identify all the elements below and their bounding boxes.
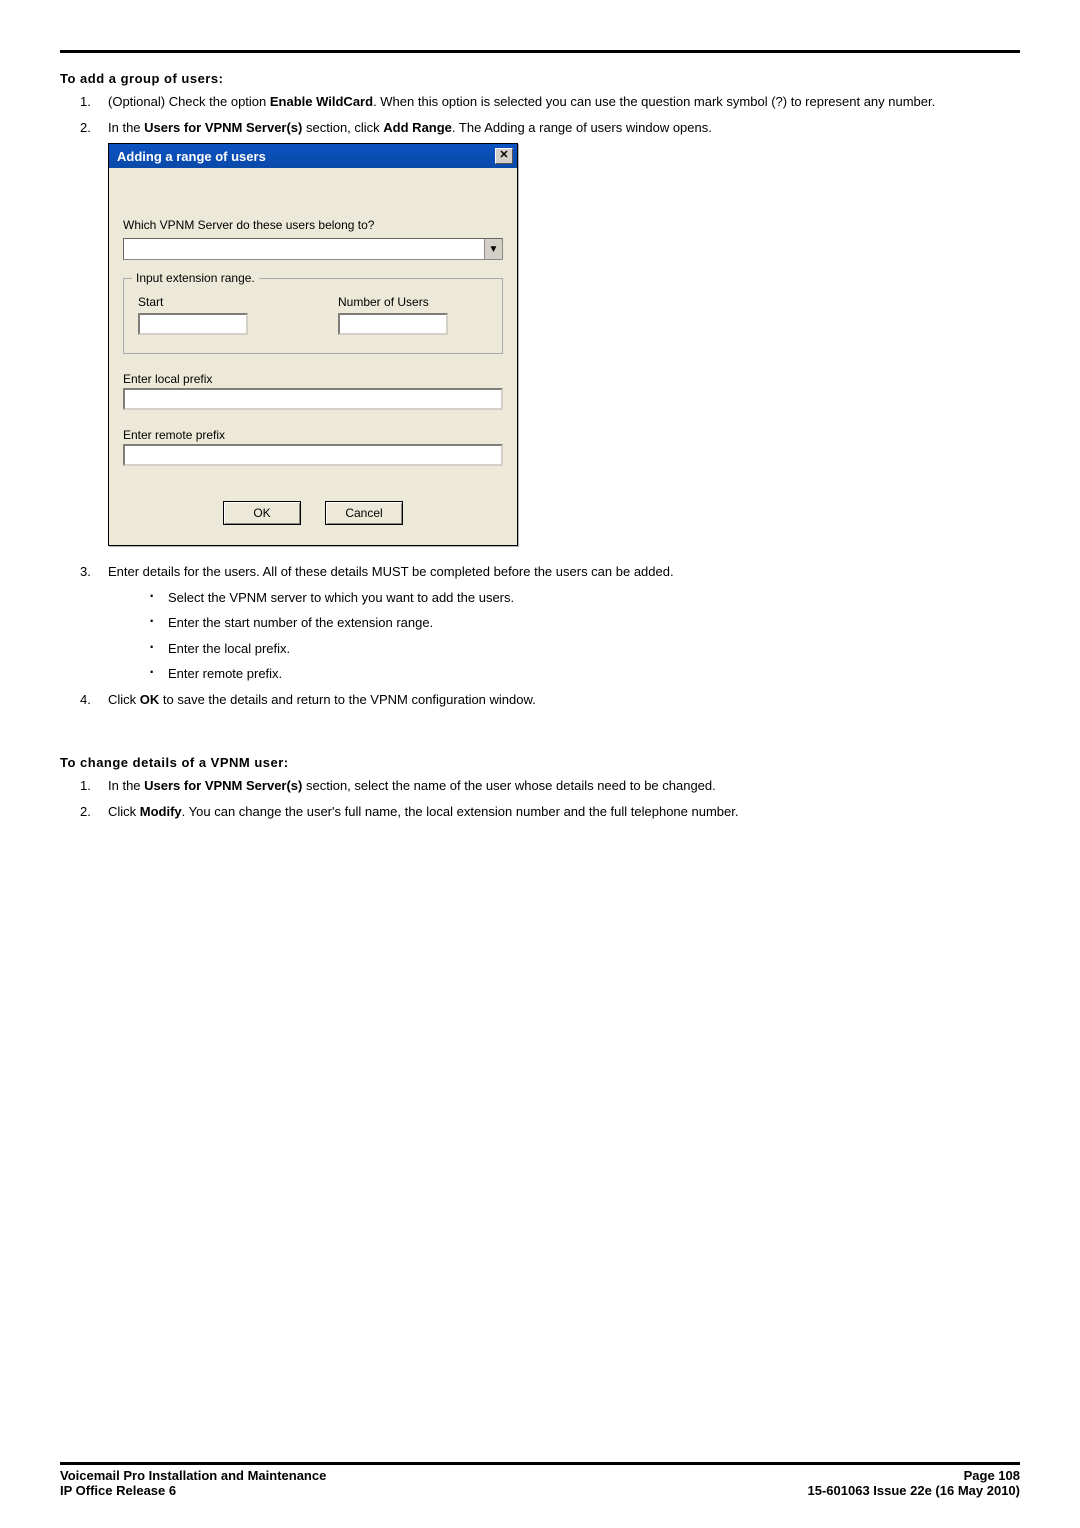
- add-group-title: To add a group of users:: [60, 71, 1020, 86]
- start-column: Start: [138, 295, 248, 335]
- start-input[interactable]: [138, 313, 248, 335]
- start-label: Start: [138, 295, 248, 309]
- dialog-titlebar[interactable]: Adding a range of users ✕: [109, 144, 517, 168]
- step4-pre: Click: [108, 692, 140, 707]
- s2-step1-post: section, select the name of the user who…: [302, 778, 715, 793]
- s2-step2-pre: Click: [108, 804, 140, 819]
- step3-text: Enter details for the users. All of thes…: [108, 564, 674, 579]
- page-footer: Voicemail Pro Installation and Maintenan…: [60, 1462, 1020, 1498]
- list-item: Enter the start number of the extension …: [148, 613, 1020, 633]
- step1-post: . When this option is selected you can u…: [373, 94, 935, 109]
- step-1b: 1. In the Users for VPNM Server(s) secti…: [108, 776, 1020, 796]
- list-number: 1.: [80, 92, 91, 112]
- local-prefix-label: Enter local prefix: [123, 372, 503, 386]
- step2-pre: In the: [108, 120, 144, 135]
- step1-bold: Enable WildCard: [270, 94, 373, 109]
- chevron-down-icon[interactable]: ▼: [484, 239, 502, 259]
- step3-bullets: Select the VPNM server to which you want…: [108, 588, 1020, 684]
- list-number: 2.: [80, 118, 91, 138]
- list-item: Select the VPNM server to which you want…: [148, 588, 1020, 608]
- step-1: 1. (Optional) Check the option Enable Wi…: [108, 92, 1020, 112]
- num-users-input[interactable]: [338, 313, 448, 335]
- list-number: 3.: [80, 562, 91, 582]
- s2-step1-bold: Users for VPNM Server(s): [144, 778, 302, 793]
- ok-button[interactable]: OK: [223, 501, 301, 525]
- num-users-label: Number of Users: [338, 295, 448, 309]
- step1-pre: (Optional) Check the option: [108, 94, 270, 109]
- step2-mid: section, click: [302, 120, 383, 135]
- extension-range-fieldset: Input extension range. Start Number of U…: [123, 278, 503, 354]
- vpnm-server-input[interactable]: [124, 239, 484, 259]
- list-number: 2.: [80, 802, 91, 822]
- close-button[interactable]: ✕: [495, 148, 513, 164]
- step2-bold2: Add Range: [383, 120, 452, 135]
- top-divider: [60, 50, 1020, 53]
- footer-right-1: Page 108: [964, 1468, 1020, 1483]
- remote-prefix-label: Enter remote prefix: [123, 428, 503, 442]
- list-item: Enter remote prefix.: [148, 664, 1020, 684]
- step4-post: to save the details and return to the VP…: [159, 692, 536, 707]
- server-prompt: Which VPNM Server do these users belong …: [123, 218, 503, 232]
- dialog-buttons: OK Cancel: [123, 501, 503, 525]
- step-2b: 2. Click Modify. You can change the user…: [108, 802, 1020, 822]
- remote-prefix-block: Enter remote prefix: [123, 428, 503, 466]
- step-3: 3. Enter details for the users. All of t…: [108, 562, 1020, 684]
- cancel-button[interactable]: Cancel: [325, 501, 403, 525]
- s2-step2-post: . You can change the user's full name, t…: [182, 804, 739, 819]
- dialog-body: Which VPNM Server do these users belong …: [109, 168, 517, 545]
- footer-left-2: IP Office Release 6: [60, 1483, 176, 1498]
- footer-right-2: 15-601063 Issue 22e (16 May 2010): [808, 1483, 1021, 1498]
- step-4: 4. Click OK to save the details and retu…: [108, 690, 1020, 710]
- fieldset-legend: Input extension range.: [132, 271, 259, 285]
- change-details-steps: 1. In the Users for VPNM Server(s) secti…: [60, 776, 1020, 821]
- add-group-steps: 1. (Optional) Check the option Enable Wi…: [60, 92, 1020, 137]
- step2-post: . The Adding a range of users window ope…: [452, 120, 712, 135]
- step2-bold1: Users for VPNM Server(s): [144, 120, 302, 135]
- s2-step1-pre: In the: [108, 778, 144, 793]
- number-users-column: Number of Users: [338, 295, 448, 335]
- change-details-title: To change details of a VPNM user:: [60, 755, 1020, 770]
- local-prefix-block: Enter local prefix: [123, 372, 503, 410]
- remote-prefix-input[interactable]: [123, 444, 503, 466]
- local-prefix-input[interactable]: [123, 388, 503, 410]
- add-range-dialog: Adding a range of users ✕ Which VPNM Ser…: [108, 143, 518, 546]
- list-item: Enter the local prefix.: [148, 639, 1020, 659]
- add-group-steps-cont: 3. Enter details for the users. All of t…: [60, 562, 1020, 709]
- step-2: 2. In the Users for VPNM Server(s) secti…: [108, 118, 1020, 138]
- s2-step2-bold: Modify: [140, 804, 182, 819]
- vpnm-server-dropdown[interactable]: ▼: [123, 238, 503, 260]
- footer-divider: [60, 1462, 1020, 1465]
- step4-bold: OK: [140, 692, 160, 707]
- close-icon: ✕: [499, 149, 508, 161]
- footer-left-1: Voicemail Pro Installation and Maintenan…: [60, 1468, 326, 1483]
- list-number: 4.: [80, 690, 91, 710]
- list-number: 1.: [80, 776, 91, 796]
- dialog-title: Adding a range of users: [117, 149, 266, 164]
